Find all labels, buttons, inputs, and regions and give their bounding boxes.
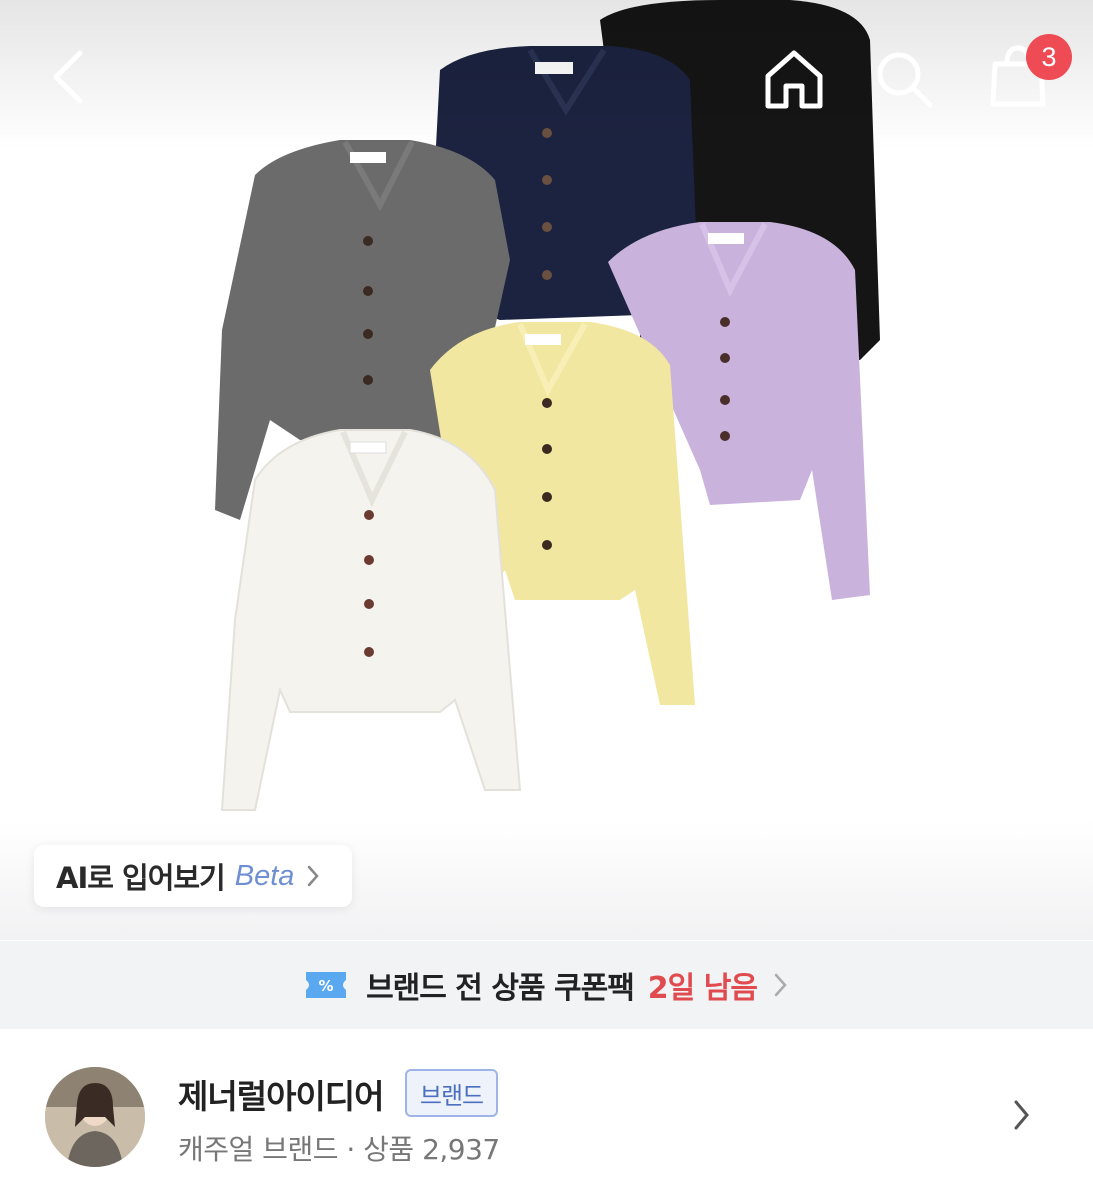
search-button[interactable] (868, 44, 940, 114)
brand-avatar (45, 1067, 145, 1167)
svg-text:%: % (319, 977, 334, 995)
chevron-right-icon (308, 865, 320, 887)
coupon-days-left: 2일 남음 (647, 971, 758, 1006)
cart-count-badge: 3 (1026, 34, 1072, 80)
coupon-banner[interactable]: % 브랜드 전 상품 쿠폰팩 2일 남음 (0, 941, 1093, 1029)
chevron-right-icon (774, 973, 787, 997)
ai-tryon-label: AI로 입어보기 (56, 861, 226, 895)
home-icon (765, 50, 823, 109)
brand-subtitle: 캐주얼 브랜드 · 상품 2,937 (178, 1133, 500, 1166)
brand-tag-badge: 브랜드 (405, 1069, 498, 1117)
ai-tryon-button[interactable]: AI로 입어보기 Beta (34, 845, 352, 907)
back-button[interactable] (38, 42, 98, 112)
chevron-left-icon (53, 50, 83, 104)
brand-row[interactable]: 제너럴아이디어 브랜드 캐주얼 브랜드 · 상품 2,937 (0, 1030, 1093, 1200)
coupon-text: 브랜드 전 상품 쿠폰팩 (366, 971, 635, 1006)
chevron-right-icon (1014, 1100, 1029, 1130)
white-cardigan (220, 429, 522, 811)
brand-name: 제너럴아이디어 (178, 1077, 385, 1116)
product-image[interactable] (0, 0, 1093, 940)
coupon-icon: % (306, 972, 347, 998)
beta-label: Beta (234, 859, 295, 892)
home-button[interactable] (758, 44, 830, 114)
cardigan-collection-photo (215, 0, 880, 811)
search-icon (877, 52, 933, 108)
